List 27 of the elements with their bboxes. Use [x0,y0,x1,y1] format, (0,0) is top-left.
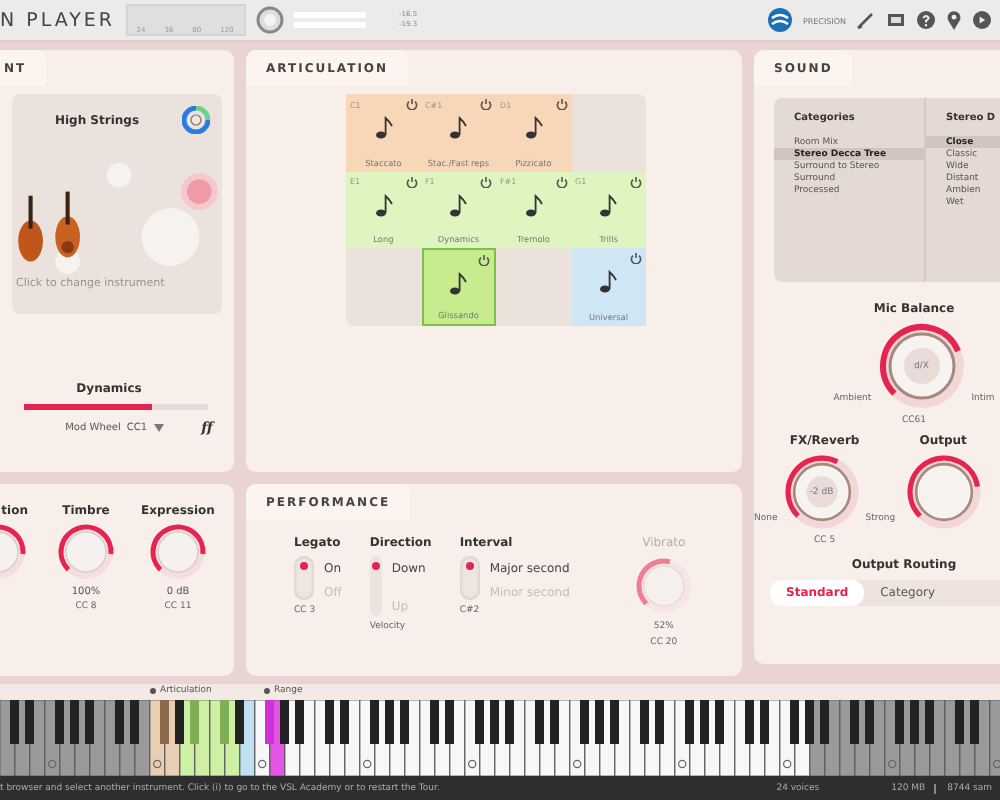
note-icon [448,193,469,217]
marker-dot-icon [264,688,270,694]
note-icon [448,116,469,140]
pin-icon[interactable] [946,10,962,30]
note-icon [598,270,619,294]
note-icon [523,116,544,140]
knob[interactable] [903,452,984,532]
note-icon [523,193,544,217]
knob[interactable] [148,522,208,582]
note-icon [448,272,469,296]
caret-icon [153,423,164,431]
logo-icon [768,8,793,32]
knob[interactable] [56,522,116,582]
pen-icon[interactable] [856,10,876,30]
note-icon [373,193,394,217]
app-title: N PLAYER [0,9,116,31]
direction-switch[interactable] [369,556,382,616]
ring-chart-icon [182,106,210,134]
interval-switch[interactable] [459,556,480,600]
dial-icon[interactable] [255,6,284,34]
marker-dot-icon [150,688,156,694]
dynamics-slider[interactable] [23,404,207,410]
legato-switch[interactable] [294,556,314,600]
help-icon[interactable] [916,10,936,30]
piano-keyboard[interactable] [0,700,1000,776]
note-icon [373,116,394,140]
note-icon [598,193,619,217]
